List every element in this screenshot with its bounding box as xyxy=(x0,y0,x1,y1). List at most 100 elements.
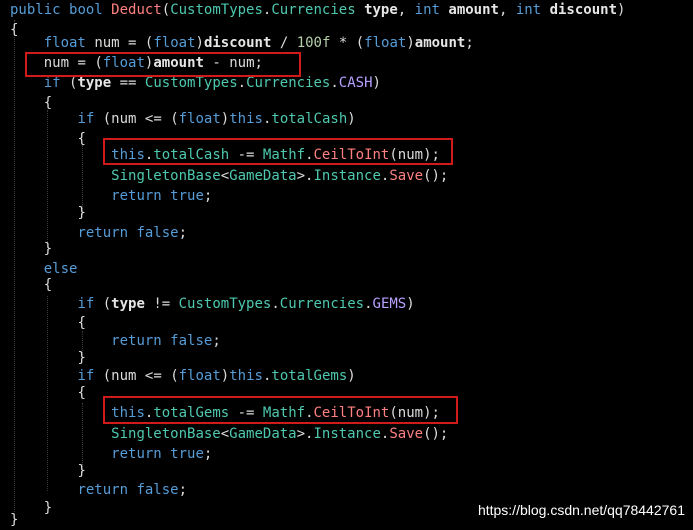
code-token: ) xyxy=(406,35,415,51)
code-token: Save xyxy=(389,168,424,184)
code-token: ) xyxy=(406,296,415,312)
code-token: totalCash xyxy=(271,111,348,127)
code-token: totalGems xyxy=(271,368,348,384)
code-token: type xyxy=(111,296,145,312)
code-line[interactable]: if (num <= (float)this.totalCash) xyxy=(10,109,355,129)
code-token: num xyxy=(94,35,120,51)
code-token: amount xyxy=(448,2,499,18)
code-token: discount xyxy=(203,35,272,51)
code-line[interactable]: } xyxy=(10,510,18,530)
code-token: type xyxy=(364,2,398,18)
code-token: ( xyxy=(170,368,179,384)
code-token: Currencies xyxy=(271,2,356,18)
code-token: <= xyxy=(144,368,162,384)
code-token: (); xyxy=(423,168,449,184)
code-token: return xyxy=(77,225,129,241)
code-line[interactable]: SingletonBase<GameData>.Instance.Save(); xyxy=(10,166,448,186)
code-token: if xyxy=(43,75,61,91)
code-token: return xyxy=(111,446,162,462)
code-line[interactable]: return false; xyxy=(10,480,187,500)
code-token: < xyxy=(220,426,230,442)
code-line[interactable]: float num = (float)discount / 100f * (fl… xyxy=(10,33,474,53)
code-token: int xyxy=(414,2,440,18)
code-token: float xyxy=(153,35,196,51)
code-token: CustomTypes xyxy=(144,75,238,91)
highlight-box-totalcash-deduct xyxy=(103,138,453,165)
code-line[interactable]: } xyxy=(10,348,85,368)
code-token: SingletonBase xyxy=(111,426,221,442)
code-token: } xyxy=(77,205,86,221)
code-line[interactable]: SingletonBase<GameData>.Instance.Save(); xyxy=(10,424,448,444)
code-token: ( xyxy=(170,111,179,127)
code-token: type xyxy=(77,75,112,91)
code-token: if xyxy=(77,368,95,384)
code-token: ) xyxy=(347,368,356,384)
code-token: false xyxy=(136,482,179,498)
code-token: } xyxy=(43,241,53,257)
code-token: this xyxy=(229,111,263,127)
code-token: < xyxy=(220,168,230,184)
code-line[interactable]: { xyxy=(10,313,85,333)
code-token: != xyxy=(153,296,171,312)
code-line[interactable]: } xyxy=(10,461,85,481)
code-token: <= xyxy=(144,111,162,127)
code-line[interactable]: } xyxy=(10,203,86,223)
code-token: true xyxy=(170,188,204,204)
code-line[interactable]: public bool Deduct(CustomTypes.Currencie… xyxy=(10,0,625,20)
code-token: ( xyxy=(102,296,112,312)
code-line[interactable]: } xyxy=(10,239,52,259)
code-token: ( xyxy=(161,2,171,18)
code-token: Instance xyxy=(313,426,381,442)
code-token: 100f xyxy=(296,35,331,51)
code-token: ; xyxy=(178,225,188,241)
code-token: float xyxy=(364,35,407,51)
code-token: { xyxy=(77,385,86,401)
code-token: GameData xyxy=(229,168,297,184)
code-token: ; xyxy=(203,188,213,204)
code-line[interactable]: { xyxy=(10,275,52,295)
code-token: true xyxy=(170,446,204,462)
code-token: / xyxy=(279,35,289,51)
code-token: ) xyxy=(220,111,230,127)
code-line[interactable]: { xyxy=(10,383,86,403)
code-token: amount xyxy=(414,35,466,51)
code-token: return xyxy=(111,333,162,349)
code-token: GameData xyxy=(229,426,297,442)
code-token: ; xyxy=(465,35,474,51)
code-token: int xyxy=(515,2,542,18)
code-line[interactable]: if (type != CustomTypes.Currencies.GEMS) xyxy=(10,294,415,314)
highlight-box-totalgems-deduct xyxy=(103,396,458,424)
code-token: float xyxy=(178,111,221,127)
code-token: . xyxy=(237,75,247,91)
code-token: GEMS xyxy=(372,296,407,312)
code-token: SingletonBase xyxy=(111,168,221,184)
code-editor[interactable]: public bool Deduct(CustomTypes.Currencie… xyxy=(0,0,693,530)
code-token: if xyxy=(77,111,95,127)
code-token: CustomTypes xyxy=(170,2,263,18)
